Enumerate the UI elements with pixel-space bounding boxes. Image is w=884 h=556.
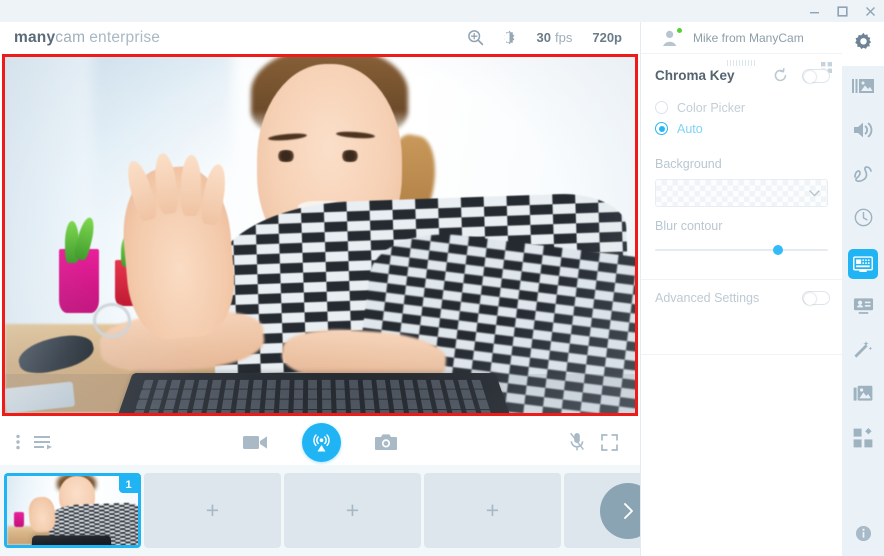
account-name: Mike from ManyCam	[693, 31, 804, 45]
sidebar-item-draw[interactable]	[842, 154, 884, 198]
slider-track	[655, 249, 828, 251]
image-stack-icon	[853, 385, 873, 408]
app-header: manycam enterprise 30 fps 720p	[0, 22, 640, 53]
sidebar-item-presets[interactable]	[842, 66, 884, 110]
panel-empty-area	[641, 354, 842, 355]
chroma-key-icon	[848, 249, 878, 279]
maximize-button[interactable]	[828, 0, 856, 22]
preset-thumbnail-3[interactable]: +	[284, 473, 421, 548]
add-preset-icon: +	[206, 499, 219, 522]
playlist-icon[interactable]	[34, 419, 53, 465]
tn-keyboard	[32, 536, 111, 545]
info-icon	[855, 525, 872, 547]
fullscreen-icon[interactable]	[601, 419, 618, 465]
preset-index-badge: 1	[119, 476, 138, 493]
account-bar[interactable]: Mike from ManyCam	[641, 22, 842, 54]
scribble-icon	[853, 165, 873, 188]
panel-actions	[773, 68, 830, 83]
option-label: Auto	[677, 122, 703, 136]
radio-auto[interactable]	[655, 122, 668, 135]
kebab-menu-icon[interactable]	[16, 419, 20, 465]
sidebar-item-audio[interactable]	[842, 110, 884, 154]
microphone-muted-icon[interactable]	[569, 419, 585, 465]
sidebar-item-chroma-key[interactable]	[842, 242, 884, 286]
properties-panel: Mike from ManyCam Chroma Key Color Picke…	[640, 22, 842, 556]
tn-pot	[14, 512, 24, 527]
fps-unit: fps	[555, 30, 572, 45]
fps-indicator[interactable]: 30 fps	[527, 30, 583, 45]
background-label: Background	[641, 157, 842, 171]
avatar[interactable]	[661, 28, 681, 48]
objects-grid-icon	[853, 428, 873, 453]
tool-rail	[842, 22, 884, 556]
fps-value: 30	[537, 30, 551, 45]
slider-thumb[interactable]	[773, 245, 783, 255]
add-preset-icon: +	[346, 499, 359, 522]
option-color-picker[interactable]: Color Picker	[655, 97, 842, 118]
control-bar-right	[569, 419, 640, 465]
option-auto[interactable]: Auto	[655, 118, 842, 139]
blur-contour-label: Blur contour	[641, 219, 842, 233]
video-vignette	[5, 57, 635, 413]
advanced-settings-row[interactable]: Advanced Settings	[641, 280, 842, 316]
control-bar-center	[0, 419, 640, 465]
camera-icon[interactable]	[375, 419, 397, 465]
manycam-window: manycam enterprise 30 fps 720p 1 + + + M…	[0, 0, 884, 556]
broadcast-button[interactable]	[302, 423, 341, 462]
chevron-down-icon	[809, 190, 820, 197]
resolution-value: 720p	[592, 30, 622, 45]
page-title: Chroma Key	[655, 68, 735, 83]
preset-thumbnail-4[interactable]: +	[424, 473, 561, 548]
sidebar-item-info[interactable]	[842, 516, 884, 556]
preset-strip: 1 + + + +	[0, 465, 640, 556]
blur-contour-slider[interactable]	[655, 243, 828, 257]
video-frame	[5, 57, 635, 413]
add-preset-icon: +	[486, 499, 499, 522]
video-camera-icon[interactable]	[243, 419, 268, 465]
drag-handle-icon[interactable]	[727, 60, 757, 66]
panel-header: Chroma Key	[641, 54, 842, 83]
magic-wand-icon	[853, 340, 873, 365]
app-logo: manycam enterprise	[14, 29, 160, 47]
advanced-settings-toggle[interactable]	[802, 291, 830, 305]
clock-icon	[854, 208, 873, 232]
advanced-settings-label: Advanced Settings	[655, 291, 759, 305]
logo-cam: cam	[55, 29, 85, 46]
reset-icon[interactable]	[773, 68, 788, 83]
radio-color-picker[interactable]	[655, 101, 668, 114]
control-bar-left	[0, 419, 53, 465]
presets-icon	[852, 78, 874, 99]
option-label: Color Picker	[677, 101, 745, 115]
preset-thumbnail-2[interactable]: +	[144, 473, 281, 548]
video-preview[interactable]	[2, 54, 638, 416]
speaker-icon	[853, 121, 874, 144]
sidebar-item-settings[interactable]	[842, 22, 884, 66]
title-bar	[0, 0, 884, 22]
brightness-icon[interactable]	[493, 23, 527, 53]
header-tools: 30 fps 720p	[459, 23, 640, 53]
logo-edition: enterprise	[89, 29, 160, 46]
online-status-dot	[676, 27, 683, 34]
logo-many: many	[14, 29, 55, 46]
minimize-button[interactable]	[800, 0, 828, 22]
sidebar-item-backgrounds[interactable]	[842, 374, 884, 418]
sidebar-item-history[interactable]	[842, 198, 884, 242]
sidebar-item-effects[interactable]	[842, 330, 884, 374]
control-bar	[0, 419, 640, 465]
background-select[interactable]	[655, 179, 828, 207]
resolution-indicator[interactable]: 720p	[582, 30, 632, 45]
gear-icon	[854, 32, 873, 56]
lower-third-icon	[853, 297, 874, 320]
close-button[interactable]	[856, 0, 884, 22]
magnifier-plus-icon[interactable]	[459, 23, 493, 53]
preset-thumbnail-1[interactable]: 1	[4, 473, 141, 548]
sidebar-item-lower-third[interactable]	[842, 286, 884, 330]
chroma-key-panel: Chroma Key Color Picker Auto Background …	[641, 54, 842, 316]
sidebar-item-objects[interactable]	[842, 418, 884, 462]
chroma-mode-options: Color Picker Auto	[641, 83, 842, 139]
chroma-key-enable-toggle[interactable]	[802, 69, 830, 83]
